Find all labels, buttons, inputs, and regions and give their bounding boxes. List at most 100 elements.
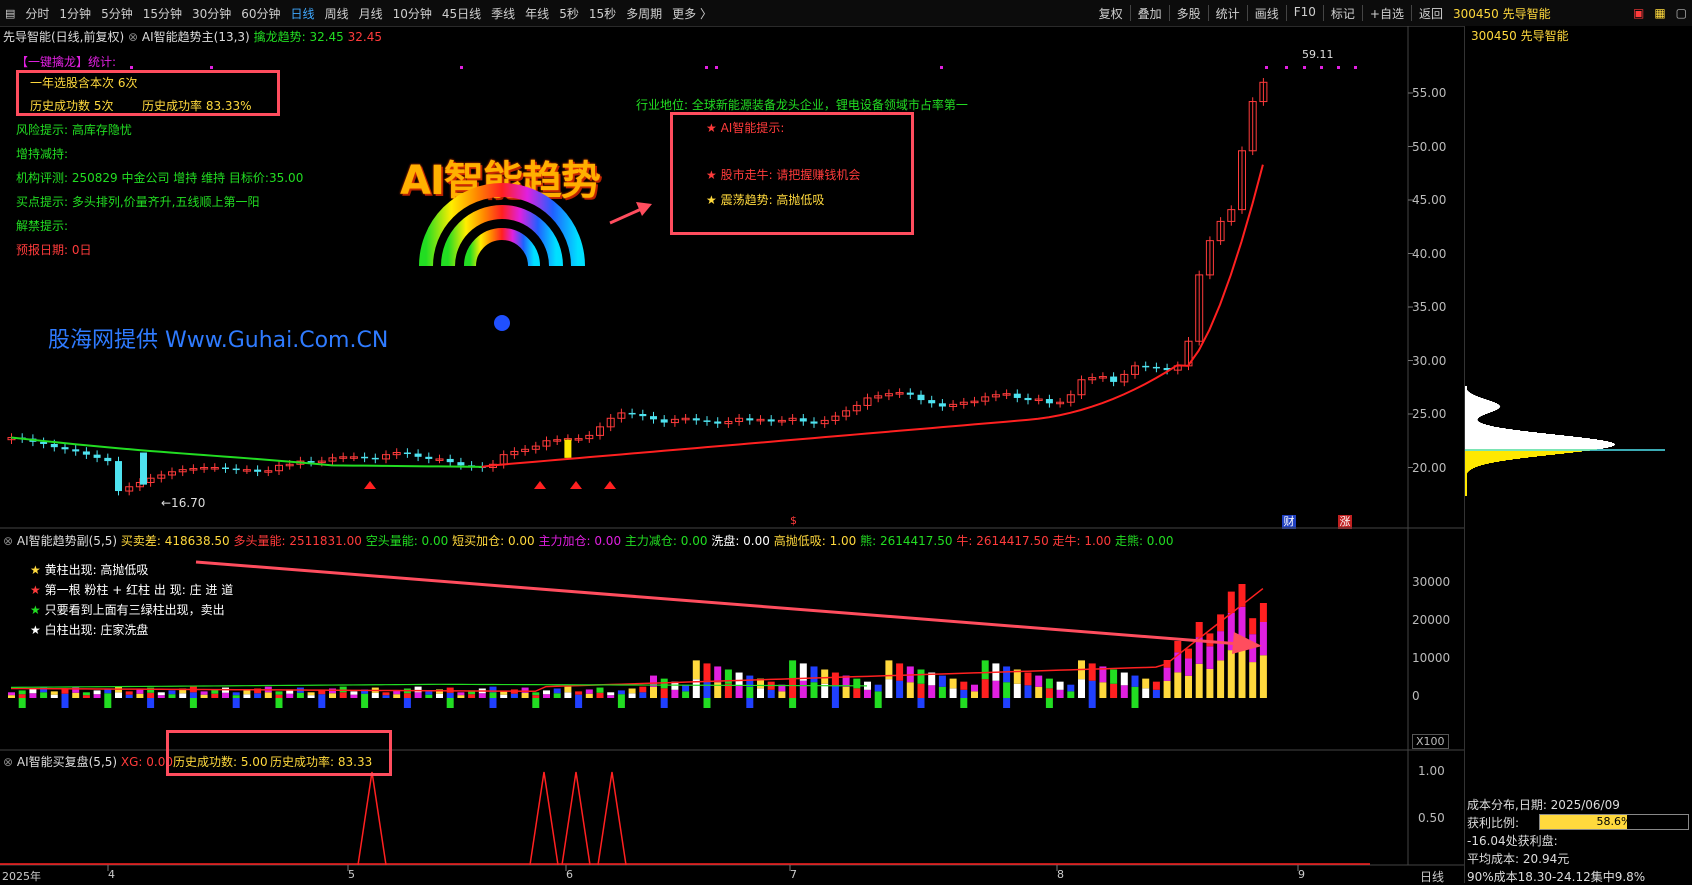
toolbar-action[interactable]: 多股 [1172, 5, 1206, 22]
sub-header: ⊗ AI智能趋势副(5,5) 买卖差: 418638.50 多头量能: 2511… [3, 534, 1174, 548]
volume-bar [189, 692, 197, 698]
volume-bar [1174, 641, 1182, 653]
chip-bar [1465, 486, 1467, 487]
volume-bar [992, 680, 1000, 698]
period-tab[interactable]: 60分钟 [236, 5, 285, 22]
period-tab[interactable]: 5分钟 [96, 5, 138, 22]
chip-bar [1465, 422, 1481, 423]
signal-dot [1354, 66, 1357, 69]
period-tab[interactable]: 周线 [320, 5, 354, 22]
sub-title[interactable]: AI智能趋势副(5,5) [17, 534, 117, 548]
candle-body [917, 394, 925, 401]
chip-bar [1465, 448, 1604, 449]
volume-bar [93, 694, 101, 698]
buy-signal-triangle [534, 481, 546, 489]
sub-value-label: 熊: [860, 534, 877, 548]
sub-value: 0.00 [590, 534, 625, 548]
bottom-highlight-box [166, 730, 392, 776]
period-tab[interactable]: 10分钟 [388, 5, 437, 22]
volume-bar [810, 682, 818, 698]
period-tab[interactable]: 日线 [286, 5, 320, 22]
period-tab[interactable]: 年线 [520, 5, 554, 22]
volume-bar [553, 693, 561, 698]
price-tick: 35.00 [1412, 300, 1447, 314]
chip-bar [1465, 420, 1478, 421]
chip-bar [1465, 398, 1484, 399]
volume-bar [1088, 663, 1096, 681]
layout-icon[interactable]: ▣ [1628, 6, 1649, 20]
toolbar-action[interactable]: 标记 [1326, 5, 1360, 22]
chip-bar [1465, 404, 1499, 405]
legend-row: ★ 第一根 粉柱 + 红柱 出 现: 庄 进 道 [30, 580, 233, 600]
period-tab[interactable]: 多周期 [621, 5, 667, 22]
volume-bar [1056, 681, 1064, 690]
chip-bar [1465, 464, 1485, 465]
volume-bar [1185, 658, 1192, 676]
chip-bar [1465, 408, 1499, 409]
bottom-title[interactable]: AI智能买复盘(5,5) [17, 755, 117, 769]
candle-body [104, 457, 112, 462]
period-tab[interactable]: 5秒 [554, 5, 584, 22]
toolbar-action[interactable]: 画线 [1250, 5, 1284, 22]
volume-bar [8, 692, 15, 696]
menu-icon[interactable]: ▤ [0, 7, 20, 20]
chart-icon[interactable]: ▦ [1649, 6, 1670, 20]
volume-bar [831, 685, 839, 698]
chip-bar [1465, 452, 1574, 453]
period-tab[interactable]: 月线 [354, 5, 388, 22]
volume-bar [82, 695, 90, 698]
period-tab[interactable]: 15秒 [584, 5, 621, 22]
signal-spike [529, 771, 559, 866]
chip-bar [1465, 396, 1478, 397]
signal-dot [1337, 66, 1340, 69]
chip-bar [1465, 419, 1478, 420]
chip-bar [1465, 406, 1501, 407]
period-tab[interactable]: 季线 [486, 5, 520, 22]
period-tab[interactable]: 1分钟 [54, 5, 96, 22]
volume-bar [1045, 688, 1053, 698]
candle-body [1142, 365, 1150, 368]
chip-bar [1465, 386, 1467, 387]
volume-bar [318, 694, 326, 698]
chip-bar [1465, 405, 1500, 406]
sub-value-label: 多头量能: [233, 534, 286, 548]
volume-bar [468, 694, 476, 698]
window-icon[interactable]: ▢ [1671, 6, 1692, 20]
toolbar-action[interactable]: 返回 [1414, 5, 1448, 22]
toolbar-actions: 复权 叠加 多股 统计 画线 F10 标记 +自选 返回 [1094, 4, 1448, 22]
stock-code-name: 300450 先导智能 [1452, 6, 1551, 21]
chip-bar [1465, 401, 1493, 402]
sub-value-label: 主力减仓: [624, 534, 677, 548]
volume-bar-neg [275, 698, 283, 708]
candle-body [457, 462, 465, 466]
candle-body [414, 453, 422, 457]
period-tab[interactable]: 分时 [20, 5, 54, 22]
volume-bar [1217, 631, 1225, 661]
chip-bar [1465, 434, 1556, 435]
volume-bar [810, 666, 818, 683]
chip-bar [1465, 479, 1467, 480]
toolbar-action[interactable]: F10 [1289, 5, 1321, 22]
chip-bar [1465, 441, 1609, 442]
toolbar-action[interactable]: 复权 [1094, 5, 1128, 22]
chip-avg-cost: 平均成本: 20.94元 [1467, 852, 1570, 866]
volume-bar [896, 680, 904, 698]
toolbar-action[interactable]: 统计 [1211, 5, 1245, 22]
volume-bar [628, 693, 636, 698]
candle-body [810, 421, 818, 424]
volume-bar [1045, 678, 1053, 689]
period-tab[interactable]: 15分钟 [138, 5, 187, 22]
period-tab[interactable]: 45日线 [437, 5, 486, 22]
volume-bar [543, 690, 550, 695]
candle-body [254, 469, 262, 472]
toolbar-action[interactable]: 叠加 [1133, 5, 1167, 22]
legend-text: 第一根 粉柱 + 红柱 出 现: 庄 进 道 [44, 583, 234, 597]
period-tab[interactable]: 30分钟 [187, 5, 236, 22]
period-tab[interactable]: 更多 〉 [667, 5, 717, 22]
chip-bar [1465, 477, 1467, 478]
toolbar-action[interactable]: +自选 [1365, 5, 1409, 22]
chip-bar [1465, 414, 1485, 415]
chip-bar [1465, 453, 1565, 454]
volume-bar [842, 686, 850, 698]
scale-label[interactable]: X100 [1412, 734, 1449, 749]
